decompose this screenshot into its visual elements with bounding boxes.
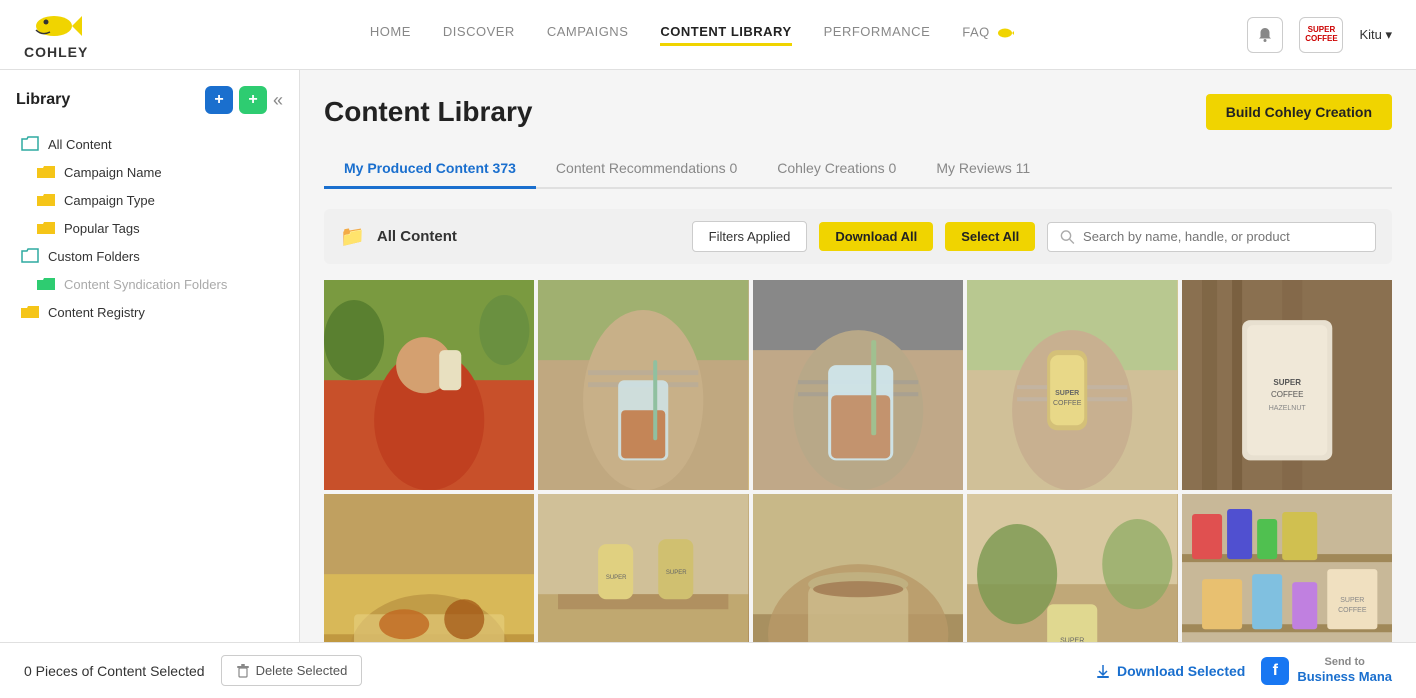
search-input[interactable] bbox=[1083, 229, 1363, 244]
folder-yellow-icon-1 bbox=[36, 164, 56, 180]
tab-my-produced[interactable]: My Produced Content 373 bbox=[324, 150, 536, 189]
sidebar-item-custom-folders[interactable]: Custom Folders bbox=[12, 242, 287, 270]
send-to-business-manager-button[interactable]: f Send to Business Mana bbox=[1261, 656, 1392, 685]
nav-performance[interactable]: PERFORMANCE bbox=[824, 24, 931, 46]
sidebar-title: Library bbox=[16, 91, 70, 109]
sidebar-item-popular-tags[interactable]: Popular Tags bbox=[12, 214, 287, 242]
sidebar-item-label-content-syndication: Content Syndication Folders bbox=[64, 277, 227, 292]
all-content-title: All Content bbox=[377, 228, 680, 245]
svg-text:SUPER: SUPER bbox=[666, 571, 687, 577]
fish-icon bbox=[30, 10, 82, 42]
folder-yellow-icon-3 bbox=[36, 220, 56, 236]
tab-content-recommendations[interactable]: Content Recommendations 0 bbox=[536, 150, 757, 189]
nav-campaigns[interactable]: CAMPAIGNS bbox=[547, 24, 629, 46]
sidebar: Library + + « All Content Campaign Name bbox=[0, 70, 300, 698]
nav-content-library[interactable]: CONTENT LIBRARY bbox=[660, 24, 791, 46]
bell-icon bbox=[1256, 26, 1274, 44]
sidebar-item-label-all-content: All Content bbox=[48, 137, 112, 152]
search-box[interactable] bbox=[1047, 222, 1376, 252]
svg-text:COFFEE: COFFEE bbox=[1338, 608, 1367, 615]
content-image-4-svg: SUPER COFFEE bbox=[967, 280, 1177, 490]
bottom-bar: 0 Pieces of Content Selected Delete Sele… bbox=[0, 642, 1416, 698]
content-image-1-svg bbox=[324, 280, 534, 490]
content-image-1[interactable] bbox=[324, 280, 534, 490]
content-image-5[interactable]: SUPER COFFEE HAZELNUT bbox=[1182, 280, 1392, 490]
svg-text:SUPER: SUPER bbox=[1273, 378, 1301, 387]
download-selected-button[interactable]: Download Selected bbox=[1095, 663, 1245, 679]
content-image-2-svg bbox=[538, 280, 748, 490]
sidebar-actions: + + « bbox=[205, 86, 283, 114]
top-navigation: COHLEY HOME DISCOVER CAMPAIGNS CONTENT L… bbox=[0, 0, 1416, 70]
download-icon bbox=[1095, 663, 1111, 679]
sidebar-item-campaign-name[interactable]: Campaign Name bbox=[12, 158, 287, 186]
sidebar-item-label-content-registry: Content Registry bbox=[48, 305, 145, 320]
delete-selected-label: Delete Selected bbox=[256, 663, 348, 678]
nav-home[interactable]: HOME bbox=[370, 24, 411, 46]
filters-applied-button[interactable]: Filters Applied bbox=[692, 221, 808, 252]
sidebar-item-content-syndication[interactable]: Content Syndication Folders bbox=[12, 270, 287, 298]
svg-text:HAZELNUT: HAZELNUT bbox=[1268, 405, 1306, 412]
add-content-button[interactable]: + bbox=[205, 86, 233, 114]
sidebar-item-content-registry[interactable]: Content Registry bbox=[12, 298, 287, 326]
content-image-3-svg bbox=[753, 280, 963, 490]
collapse-sidebar-button[interactable]: « bbox=[273, 90, 283, 111]
tab-bar: My Produced Content 373 Content Recommen… bbox=[324, 150, 1392, 189]
svg-text:COFFEE: COFFEE bbox=[1271, 390, 1303, 399]
content-image-3[interactable] bbox=[753, 280, 963, 490]
image-grid: SUPER COFFEE SUPER COFFEE bbox=[324, 280, 1392, 698]
sidebar-item-label-custom-folders: Custom Folders bbox=[48, 249, 140, 264]
brand-logo-icon[interactable]: SUPERCOFFEE bbox=[1299, 17, 1343, 53]
download-all-button[interactable]: Download All bbox=[819, 222, 933, 251]
tab-my-reviews[interactable]: My Reviews 11 bbox=[916, 150, 1050, 189]
content-image-5-svg: SUPER COFFEE HAZELNUT bbox=[1182, 280, 1392, 490]
content-area: Content Library Build Cohley Creation My… bbox=[300, 70, 1416, 698]
sidebar-item-campaign-type[interactable]: Campaign Type bbox=[12, 186, 287, 214]
folder-yellow-icon-4 bbox=[20, 304, 40, 320]
folder-green-icon bbox=[36, 276, 56, 292]
select-all-button[interactable]: Select All bbox=[945, 222, 1035, 251]
sidebar-item-all-content[interactable]: All Content bbox=[12, 130, 287, 158]
folder-outline-icon bbox=[20, 136, 40, 152]
svg-text:COFFEE: COFFEE bbox=[1053, 400, 1082, 407]
send-bm-text: Business Mana bbox=[1297, 669, 1392, 685]
send-to-text: Send to bbox=[1297, 656, 1392, 669]
content-toolbar: 📁 All Content Filters Applied Download A… bbox=[324, 209, 1392, 264]
sidebar-item-label-campaign-type: Campaign Type bbox=[64, 193, 155, 208]
brand-name: COHLEY bbox=[24, 44, 88, 60]
trash-icon bbox=[236, 664, 250, 678]
folder-yellow-icon-2 bbox=[36, 192, 56, 208]
tab-cohley-creations[interactable]: Cohley Creations 0 bbox=[757, 150, 916, 189]
search-icon bbox=[1060, 229, 1075, 245]
delete-selected-button[interactable]: Delete Selected bbox=[221, 655, 363, 686]
svg-text:SUPER: SUPER bbox=[1340, 598, 1364, 605]
download-selected-label: Download Selected bbox=[1117, 663, 1245, 679]
facebook-icon: f bbox=[1261, 657, 1289, 685]
content-image-2[interactable] bbox=[538, 280, 748, 490]
add-folder-button[interactable]: + bbox=[239, 86, 267, 114]
faq-fish-icon bbox=[996, 24, 1014, 42]
nav-links: HOME DISCOVER CAMPAIGNS CONTENT LIBRARY … bbox=[136, 24, 1247, 46]
logo[interactable]: COHLEY bbox=[24, 10, 88, 60]
nav-right: SUPERCOFFEE Kitu ▾ bbox=[1247, 17, 1392, 53]
svg-text:SUPER: SUPER bbox=[606, 576, 627, 582]
build-cohley-creation-button[interactable]: Build Cohley Creation bbox=[1206, 94, 1392, 130]
page-header: Content Library Build Cohley Creation bbox=[324, 94, 1392, 130]
sidebar-header: Library + + « bbox=[12, 86, 287, 114]
all-content-folder-icon: 📁 bbox=[340, 224, 365, 249]
user-menu[interactable]: Kitu ▾ bbox=[1359, 27, 1392, 43]
sidebar-item-label-campaign-name: Campaign Name bbox=[64, 165, 162, 180]
page-title: Content Library bbox=[324, 96, 532, 128]
pieces-count: 0 Pieces of Content Selected bbox=[24, 663, 205, 679]
content-image-4[interactable]: SUPER COFFEE bbox=[967, 280, 1177, 490]
nav-faq[interactable]: FAQ bbox=[962, 24, 1014, 46]
folder-teal-outline-icon bbox=[20, 248, 40, 264]
main-layout: Library + + « All Content Campaign Name bbox=[0, 70, 1416, 698]
nav-discover[interactable]: DISCOVER bbox=[443, 24, 515, 46]
sidebar-item-label-popular-tags: Popular Tags bbox=[64, 221, 140, 236]
notification-bell[interactable] bbox=[1247, 17, 1283, 53]
svg-text:SUPER: SUPER bbox=[1055, 390, 1079, 397]
